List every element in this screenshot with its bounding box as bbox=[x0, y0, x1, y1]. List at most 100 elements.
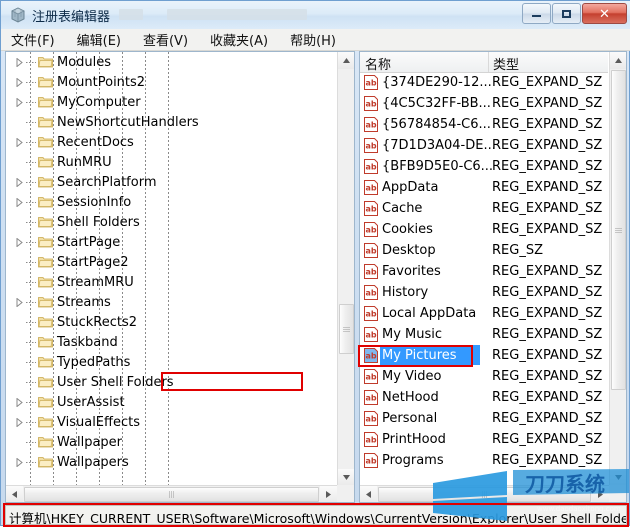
values-scroll-right-button[interactable] bbox=[592, 486, 609, 502]
tree-scroll-thumb[interactable] bbox=[339, 304, 354, 354]
tree-connector bbox=[26, 82, 36, 83]
folder-icon bbox=[38, 335, 53, 348]
tree-item[interactable]: Modules bbox=[6, 52, 337, 72]
tree-item[interactable]: Shell Folders bbox=[6, 212, 337, 232]
values-scroll-down-button[interactable] bbox=[610, 469, 626, 486]
svg-text:ab: ab bbox=[366, 100, 377, 109]
tree-scroll-up-button[interactable] bbox=[338, 52, 354, 69]
string-value-icon: ab bbox=[363, 453, 379, 468]
tree-item-label: Wallpaper bbox=[57, 434, 123, 450]
column-name[interactable]: 名称 bbox=[365, 54, 391, 73]
tree-item[interactable]: VisualEffects bbox=[6, 412, 337, 432]
tree-item[interactable]: StartPage bbox=[6, 232, 337, 252]
tree-item[interactable]: SearchPlatform bbox=[6, 172, 337, 192]
value-type: REG_EXPAND_SZ bbox=[492, 432, 603, 447]
column-type[interactable]: 类型 bbox=[493, 54, 519, 73]
string-value-icon: ab bbox=[363, 369, 379, 384]
svg-text:ab: ab bbox=[366, 436, 377, 445]
value-row[interactable]: ab My Music REG_EXPAND_SZ bbox=[360, 324, 608, 345]
value-row[interactable]: ab Programs REG_EXPAND_SZ bbox=[360, 450, 608, 471]
value-row[interactable]: ab Local AppData REG_EXPAND_SZ bbox=[360, 303, 608, 324]
menu-edit[interactable]: 编辑(E) bbox=[77, 30, 121, 49]
value-row[interactable]: ab {374DE290-12... REG_EXPAND_SZ bbox=[360, 72, 608, 93]
value-type: REG_EXPAND_SZ bbox=[492, 75, 603, 90]
chevron-right-icon[interactable] bbox=[15, 58, 24, 67]
value-row[interactable]: ab My Video REG_EXPAND_SZ bbox=[360, 366, 608, 387]
value-name: AppData bbox=[382, 180, 439, 195]
title-bar[interactable]: 注册表编辑器 ✕ bbox=[1, 1, 630, 29]
value-row[interactable]: ab PrintHood REG_EXPAND_SZ bbox=[360, 429, 608, 450]
value-row[interactable]: ab Favorites REG_EXPAND_SZ bbox=[360, 261, 608, 282]
value-name: Cache bbox=[382, 201, 423, 216]
tree-scroll-down-button[interactable] bbox=[338, 469, 354, 486]
tree-horizontal-scrollbar[interactable] bbox=[6, 485, 337, 502]
chevron-right-icon[interactable] bbox=[15, 98, 24, 107]
chevron-right-icon[interactable] bbox=[15, 418, 24, 427]
value-type: REG_EXPAND_SZ bbox=[492, 411, 603, 426]
tree-item[interactable]: Taskband bbox=[6, 332, 337, 352]
menu-help[interactable]: 帮助(H) bbox=[290, 30, 336, 49]
value-row[interactable]: ab Cookies REG_EXPAND_SZ bbox=[360, 219, 608, 240]
tree-vertical-scrollbar[interactable] bbox=[337, 52, 354, 486]
tree-item[interactable]: StreamMRU bbox=[6, 272, 337, 292]
tree-item-label: MyComputer bbox=[57, 94, 141, 110]
chevron-right-icon[interactable] bbox=[15, 78, 24, 87]
chevron-right-icon[interactable] bbox=[15, 298, 24, 307]
string-value-icon: ab bbox=[363, 327, 379, 342]
value-row[interactable]: ab Cache REG_EXPAND_SZ bbox=[360, 198, 608, 219]
tree-item[interactable]: MountPoints2 bbox=[6, 72, 337, 92]
value-row[interactable]: ab Personal REG_EXPAND_SZ bbox=[360, 408, 608, 429]
menu-file[interactable]: 文件(F) bbox=[11, 30, 55, 49]
tree-item[interactable]: SessionInfo bbox=[6, 192, 337, 212]
tree-item[interactable]: RecentDocs bbox=[6, 132, 337, 152]
string-value-icon: ab bbox=[363, 264, 379, 279]
tree-item[interactable]: Wallpapers bbox=[6, 452, 337, 472]
menu-view[interactable]: 查看(V) bbox=[143, 30, 188, 49]
tree-item-label: StuckRects2 bbox=[57, 314, 137, 330]
tree-item[interactable]: TypedPaths bbox=[6, 352, 337, 372]
chevron-right-icon[interactable] bbox=[15, 138, 24, 147]
tree-connector bbox=[26, 242, 36, 243]
value-row[interactable]: ab History REG_EXPAND_SZ bbox=[360, 282, 608, 303]
tree-item[interactable]: UserAssist bbox=[6, 392, 337, 412]
value-row[interactable]: ab AppData REG_EXPAND_SZ bbox=[360, 177, 608, 198]
tree-item[interactable]: Streams bbox=[6, 292, 337, 312]
chevron-right-icon[interactable] bbox=[15, 238, 24, 247]
tree-scroll-right-button[interactable] bbox=[320, 486, 337, 502]
value-row[interactable]: ab {4C5C32FF-BB... REG_EXPAND_SZ bbox=[360, 93, 608, 114]
maximize-button[interactable] bbox=[552, 3, 581, 24]
chevron-right-icon[interactable] bbox=[15, 178, 24, 187]
minimize-button[interactable] bbox=[522, 3, 551, 24]
tree-item[interactable]: StartPage2 bbox=[6, 252, 337, 272]
tree-connector bbox=[26, 142, 36, 143]
tree-item[interactable]: StuckRects2 bbox=[6, 312, 337, 332]
value-row[interactable]: ab NetHood REG_EXPAND_SZ bbox=[360, 387, 608, 408]
close-button[interactable]: ✕ bbox=[582, 3, 627, 24]
values-scroll-up-button[interactable] bbox=[610, 52, 626, 69]
chevron-right-icon[interactable] bbox=[15, 198, 24, 207]
tree-item-label: Wallpapers bbox=[57, 454, 129, 470]
value-row[interactable]: ab {7D1D3A04-DE... REG_EXPAND_SZ bbox=[360, 135, 608, 156]
tree-hscroll-thumb[interactable] bbox=[24, 487, 319, 502]
tree-connector bbox=[26, 442, 36, 443]
chevron-right-icon[interactable] bbox=[15, 398, 24, 407]
value-row[interactable]: ab {BFB9D5E0-C6... REG_EXPAND_SZ bbox=[360, 156, 608, 177]
values-hscroll-thumb[interactable] bbox=[378, 487, 591, 502]
tree-item[interactable]: MyComputer bbox=[6, 92, 337, 112]
folder-icon bbox=[38, 435, 53, 448]
tree-item[interactable]: Wallpaper bbox=[6, 432, 337, 452]
value-name: History bbox=[382, 285, 429, 300]
values-scroll-thumb[interactable] bbox=[611, 70, 626, 390]
chevron-right-icon[interactable] bbox=[15, 458, 24, 467]
tree-item[interactable]: RunMRU bbox=[6, 152, 337, 172]
value-name: {7D1D3A04-DE... bbox=[382, 138, 496, 153]
values-scroll-left-button[interactable] bbox=[360, 486, 377, 502]
value-row[interactable]: ab Desktop REG_SZ bbox=[360, 240, 608, 261]
tree-scroll-left-button[interactable] bbox=[6, 486, 23, 502]
value-row[interactable]: ab {56784854-C6... REG_EXPAND_SZ bbox=[360, 114, 608, 135]
menu-favorites[interactable]: 收藏夹(A) bbox=[210, 30, 268, 49]
tree-item[interactable]: NewShortcutHandlers bbox=[6, 112, 337, 132]
values-horizontal-scrollbar[interactable] bbox=[360, 485, 609, 502]
column-divider[interactable] bbox=[488, 52, 489, 72]
values-vertical-scrollbar[interactable] bbox=[609, 52, 626, 486]
